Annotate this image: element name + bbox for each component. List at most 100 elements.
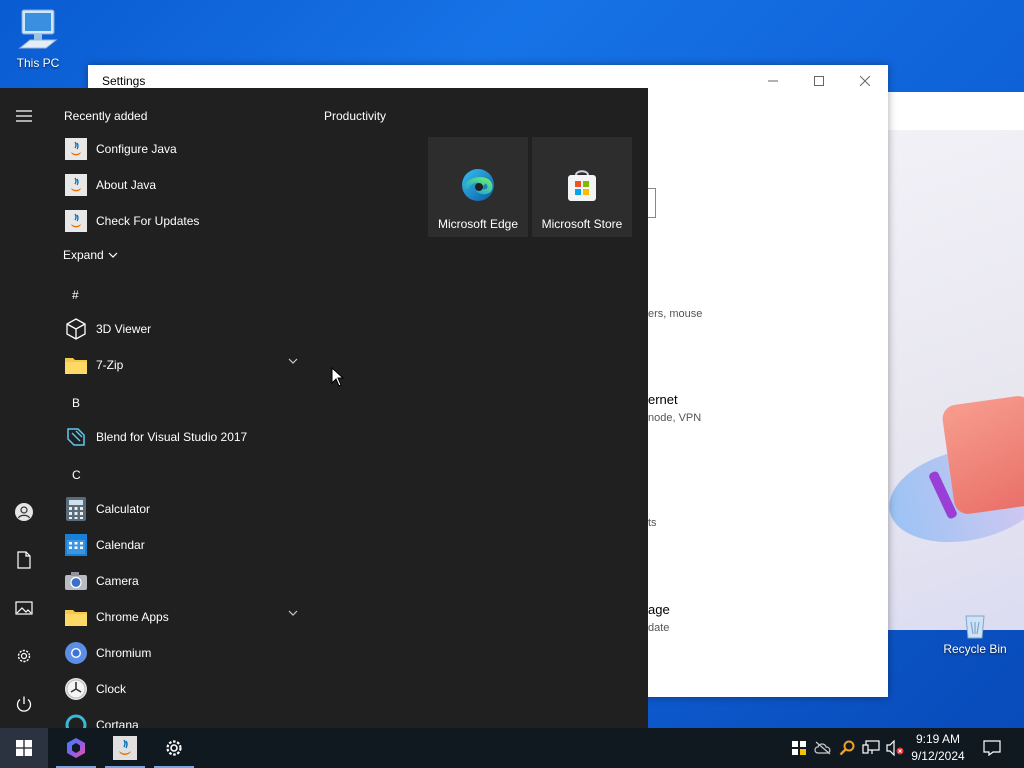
tiles-group-title[interactable]: Productivity xyxy=(324,109,386,123)
app-label: Calculator xyxy=(96,502,151,516)
hamburger-menu-button[interactable] xyxy=(0,92,48,140)
clock-icon xyxy=(64,677,88,701)
app-label: About Java xyxy=(96,178,157,192)
gear-icon xyxy=(17,649,31,663)
maximize-icon xyxy=(814,76,824,86)
app-label: Calendar xyxy=(96,538,145,552)
section-header-hash[interactable]: # xyxy=(72,288,79,302)
edge-icon xyxy=(462,169,494,201)
update-title[interactable]: age xyxy=(648,602,670,617)
close-icon xyxy=(860,76,870,86)
app-3d-viewer[interactable]: 3D Viewer xyxy=(56,311,306,347)
app-label: Configure Java xyxy=(96,142,177,156)
shield-icon xyxy=(792,741,806,755)
windows-logo-icon xyxy=(16,740,32,756)
tray-security-icon[interactable] xyxy=(789,738,809,758)
app-chrome-apps-folder[interactable]: Chrome Apps xyxy=(56,599,306,635)
section-header-b[interactable]: B xyxy=(72,396,80,410)
app-check-for-updates[interactable]: Check For Updates xyxy=(56,203,306,239)
java-icon xyxy=(64,173,88,197)
app-cortana[interactable]: Cortana xyxy=(56,707,306,728)
network-title[interactable]: ernet xyxy=(648,392,678,407)
gear-icon xyxy=(166,740,182,756)
section-header-c[interactable]: C xyxy=(72,468,81,482)
hamburger-icon xyxy=(16,110,32,122)
tiles-area: Productivity Microsoft Edge Microsoft St… xyxy=(310,88,648,728)
chevron-down-icon xyxy=(108,252,118,258)
clock-time: 9:19 AM xyxy=(915,732,961,746)
app-blend[interactable]: Blend for Visual Studio 2017 xyxy=(56,419,306,455)
app-label: Chromium xyxy=(96,646,152,660)
settings-rail-button[interactable] xyxy=(0,632,48,680)
power-icon xyxy=(16,696,32,712)
app-calendar[interactable]: Calendar xyxy=(56,527,306,563)
taskbar-settings-button[interactable] xyxy=(150,728,198,768)
app-label: Clock xyxy=(96,682,127,696)
notification-icon xyxy=(983,740,1001,756)
pictures-button[interactable] xyxy=(0,584,48,632)
computer-icon xyxy=(18,9,58,49)
tray-onedrive-icon[interactable] xyxy=(813,738,833,758)
chevron-down-icon xyxy=(288,358,298,364)
user-account-button[interactable] xyxy=(0,488,48,536)
minimize-icon xyxy=(768,80,778,82)
app-camera[interactable]: Camera xyxy=(56,563,306,599)
folder-icon xyxy=(64,605,88,629)
app-label: 3D Viewer xyxy=(96,322,152,336)
speaker-muted-icon xyxy=(886,740,904,756)
tray-volume-icon[interactable] xyxy=(885,738,905,758)
tile-microsoft-edge[interactable]: Microsoft Edge xyxy=(428,137,528,237)
cube-icon xyxy=(64,317,88,341)
user-icon xyxy=(15,503,33,521)
tile-label: Microsoft Edge xyxy=(437,217,519,231)
recycle-bin-desktop-icon[interactable]: Recycle Bin xyxy=(937,614,1013,656)
app-calculator[interactable]: Calculator xyxy=(56,491,306,527)
calculator-icon xyxy=(64,497,88,521)
app-configure-java[interactable]: Configure Java xyxy=(56,131,306,167)
power-button[interactable] xyxy=(0,680,48,728)
start-menu: Recently added Configure Java About Java… xyxy=(0,88,648,728)
java-icon xyxy=(64,209,88,233)
this-pc-label: This PC xyxy=(16,56,60,70)
minimize-button[interactable] xyxy=(750,65,796,97)
taskbar-java-button[interactable] xyxy=(101,728,149,768)
document-icon xyxy=(17,551,31,569)
tile-microsoft-store[interactable]: Microsoft Store xyxy=(532,137,632,237)
expand-button[interactable]: Expand xyxy=(63,248,118,262)
maximize-button[interactable] xyxy=(796,65,842,97)
network-icon xyxy=(862,740,880,754)
copilot-icon xyxy=(67,738,85,758)
start-left-rail xyxy=(0,88,48,728)
app-label: Chrome Apps xyxy=(96,610,169,624)
java-icon xyxy=(113,736,137,760)
action-center-button[interactable] xyxy=(978,736,1006,760)
recycle-bin-icon xyxy=(965,615,985,639)
cloud-off-icon xyxy=(814,741,831,755)
app-clock[interactable]: Clock xyxy=(56,671,306,707)
taskbar-clock[interactable]: 9:19 AM 9/12/2024 xyxy=(905,731,971,765)
tile-label: Microsoft Store xyxy=(541,217,623,231)
devices-description: ers, mouse xyxy=(648,308,703,320)
app-7zip-folder[interactable]: 7-Zip xyxy=(56,347,306,383)
app-about-java[interactable]: About Java xyxy=(56,167,306,203)
java-icon xyxy=(64,137,88,161)
documents-button[interactable] xyxy=(0,536,48,584)
personalization-description: ts xyxy=(648,517,657,529)
settings-window-title: Settings xyxy=(102,74,146,88)
wallpaper-art xyxy=(888,130,1024,630)
close-button[interactable] xyxy=(842,65,888,97)
tray-network-icon[interactable] xyxy=(861,738,881,758)
magnifier-icon xyxy=(839,740,855,756)
update-description: date xyxy=(648,622,670,634)
expand-label: Expand xyxy=(63,248,104,262)
chromium-icon xyxy=(64,641,88,665)
app-label: 7-Zip xyxy=(96,358,124,372)
camera-icon xyxy=(64,569,88,593)
start-button[interactable] xyxy=(0,728,48,768)
app-chromium[interactable]: Chromium xyxy=(56,635,306,671)
clock-date: 9/12/2024 xyxy=(911,749,965,763)
app-label: Blend for Visual Studio 2017 xyxy=(96,430,248,444)
taskbar-copilot-button[interactable] xyxy=(52,728,100,768)
tray-search-icon[interactable] xyxy=(837,738,857,758)
this-pc-desktop-icon[interactable]: This PC xyxy=(0,6,76,70)
